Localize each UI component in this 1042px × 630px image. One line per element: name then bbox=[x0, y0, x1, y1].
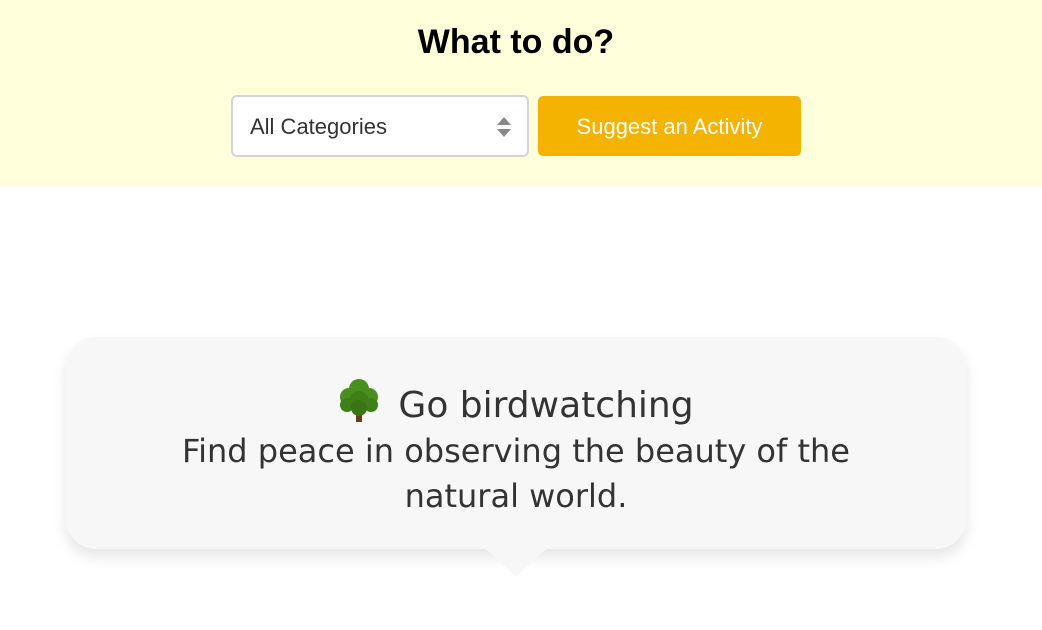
category-select-value: All Categories bbox=[250, 114, 387, 139]
select-arrows-icon bbox=[497, 117, 511, 139]
suggest-activity-button[interactable]: Suggest an Activity bbox=[538, 96, 801, 156]
category-select[interactable]: All Categories bbox=[231, 95, 529, 157]
activity-title: Go birdwatching bbox=[398, 385, 694, 426]
activity-heading: Go birdwatching bbox=[66, 377, 966, 430]
card-pointer bbox=[486, 549, 546, 577]
activity-card: Go birdwatching Find peace in observing … bbox=[66, 337, 966, 549]
activity-description: Find peace in observing the beauty of th… bbox=[182, 432, 850, 515]
page-title: What to do? bbox=[417, 23, 615, 61]
tree-icon bbox=[338, 377, 380, 423]
header: What to do? All Categories Suggest an Ac… bbox=[0, 0, 1042, 186]
